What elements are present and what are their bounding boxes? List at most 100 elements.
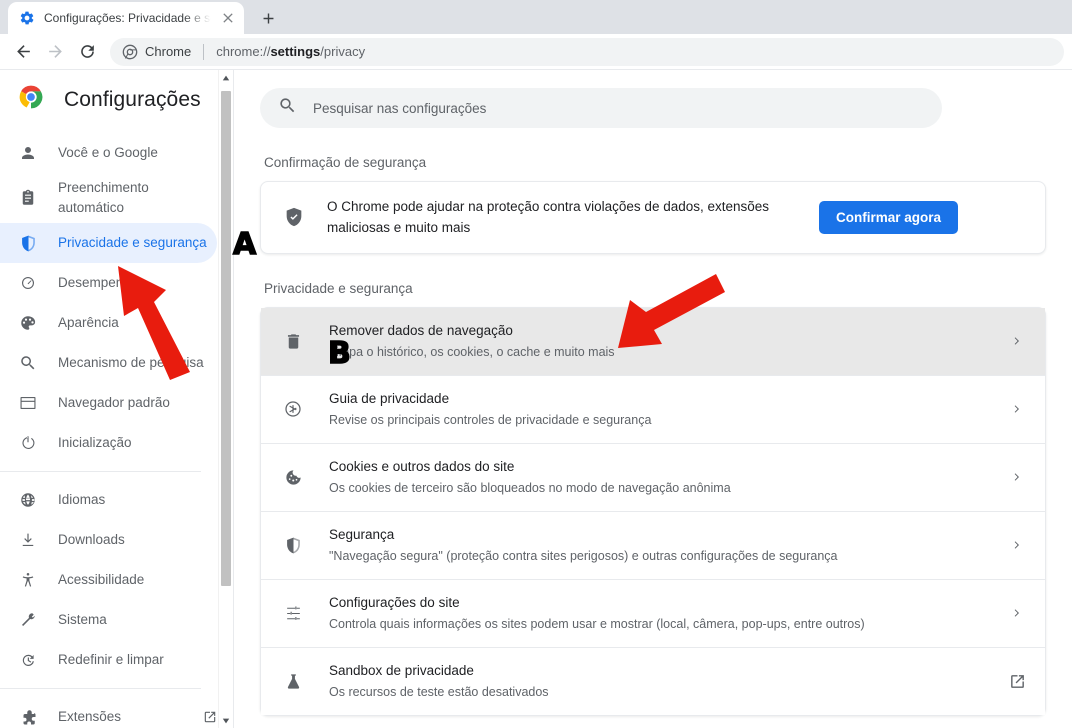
chevron-right-icon [1007, 399, 1027, 419]
section-title-privacy-and-security: Privacidade e segurança [264, 280, 413, 296]
shield-icon [283, 535, 303, 555]
accessibility-icon [18, 570, 38, 590]
chevron-right-icon [1007, 535, 1027, 555]
sidebar-item-label: Mecanismo de pesquisa [58, 355, 204, 371]
reload-icon[interactable] [72, 37, 102, 67]
scroll-up-arrow-icon[interactable] [219, 70, 233, 85]
tab-title: Configurações: Privacidade e seg [44, 11, 211, 25]
privacy-guide-icon [283, 399, 303, 419]
extension-icon [18, 707, 38, 727]
divider [0, 688, 201, 689]
row-guia-de-privacidade[interactable]: Guia de privacidade Revise os principais… [261, 375, 1045, 444]
chrome-chip-label: Chrome [145, 44, 192, 59]
settings-brand: Configurações [0, 70, 233, 133]
back-arrow-icon[interactable] [8, 37, 38, 67]
sidebar-item-label: Preenchimento automático [58, 180, 149, 215]
sidebar-item-label: Downloads [58, 532, 125, 548]
new-tab-button[interactable] [254, 4, 282, 32]
sidebar-item-reset-and-clean-up[interactable]: Redefinir e limpar [0, 640, 217, 680]
sidebar-item-label: Inicialização [58, 435, 132, 451]
sidebar-item-label: Sistema [58, 612, 107, 628]
sidebar-item-performance[interactable]: Desempenho [0, 263, 217, 303]
browser-tab-settings[interactable]: Configurações: Privacidade e seg [8, 2, 244, 34]
row-configuracoes-do-site[interactable]: Configurações do site Controla quais inf… [261, 579, 1045, 648]
row-subtitle: Os recursos de teste estão desativados [329, 684, 549, 699]
row-subtitle: Os cookies de terceiro são bloqueados no… [329, 480, 731, 495]
row-title: Remover dados de navegação [329, 322, 513, 338]
chevron-right-icon [1007, 467, 1027, 487]
sidebar-item-you-and-google[interactable]: Você e o Google [0, 133, 217, 173]
download-icon [18, 530, 38, 550]
flask-icon [283, 671, 303, 691]
confirm-now-button[interactable]: Confirmar agora [819, 200, 959, 234]
search-placeholder: Pesquisar nas configurações [313, 100, 487, 116]
row-cookies-e-outros-dados-do-site[interactable]: Cookies e outros dados do site Os cookie… [261, 443, 1045, 512]
chrome-brand-chip: Chrome [122, 44, 191, 60]
power-icon [18, 433, 38, 453]
row-seguranca[interactable]: Segurança "Navegação segura" (proteção c… [261, 511, 1045, 580]
sidebar-scrollbar[interactable] [218, 70, 233, 728]
sidebar-item-label: Aparência [58, 315, 119, 331]
safety-check-description: O Chrome pode ajudar na proteção contra … [327, 199, 770, 236]
wrench-icon [18, 610, 38, 630]
close-icon[interactable] [220, 10, 236, 26]
settings-gear-icon [19, 10, 35, 26]
scrollbar-track[interactable] [219, 85, 233, 713]
forward-arrow-icon [40, 37, 70, 67]
settings-main: Pesquisar nas configurações Confirmação … [234, 70, 1072, 728]
sidebar-item-default-browser[interactable]: Navegador padrão [0, 383, 217, 423]
row-title: Configurações do site [329, 594, 460, 610]
shield-check-icon [283, 206, 305, 228]
row-title: Cookies e outros dados do site [329, 458, 515, 474]
sidebar-item-system[interactable]: Sistema [0, 600, 217, 640]
person-icon [18, 143, 38, 163]
url-text: chrome://settings/privacy [216, 44, 366, 59]
scrollbar-thumb[interactable] [221, 91, 231, 586]
sidebar-item-label: Extensões [58, 709, 122, 725]
sidebar-item-extensions[interactable]: Extensões [0, 697, 217, 728]
chrome-browser-window: Configurações: Privacidade e seg Chrome … [0, 0, 1072, 728]
sidebar-nav: Você e o Google Preenchimento automático… [0, 133, 233, 728]
annotation-letter-b: B [327, 336, 351, 371]
external-link-icon [203, 710, 217, 724]
row-title: Sandbox de privacidade [329, 662, 474, 678]
sidebar-item-downloads[interactable]: Downloads [0, 520, 217, 560]
safety-check-card: O Chrome pode ajudar na proteção contra … [260, 181, 1046, 254]
palette-icon [18, 313, 38, 333]
clipboard-icon [18, 188, 38, 208]
tab-strip: Configurações: Privacidade e seg [0, 0, 1072, 34]
row-subtitle: "Navegação segura" (proteção contra site… [329, 548, 838, 563]
sidebar-item-label: Navegador padrão [58, 395, 170, 411]
row-remover-dados-de-navegacao[interactable]: Remover dados de navegação Limpa o histó… [261, 307, 1045, 376]
chevron-right-icon [1007, 603, 1027, 623]
sidebar-item-search-engine[interactable]: Mecanismo de pesquisa [0, 343, 217, 383]
sidebar-item-label: Redefinir e limpar [58, 652, 164, 668]
privacy-settings-list: Remover dados de navegação Limpa o histó… [260, 306, 1046, 716]
sidebar-item-label: Desempenho [58, 275, 139, 291]
divider [203, 43, 205, 60]
sidebar-item-privacy-and-security[interactable]: Privacidade e segurança [0, 223, 217, 263]
sidebar-item-languages[interactable]: Idiomas [0, 480, 217, 520]
sidebar-item-accessibility[interactable]: Acessibilidade [0, 560, 217, 600]
sidebar-item-label: Privacidade e segurança [58, 235, 207, 251]
sidebar-item-on-startup[interactable]: Inicialização [0, 423, 217, 463]
address-bar[interactable]: Chrome chrome://settings/privacy [110, 37, 1064, 66]
chevron-right-icon [1007, 331, 1027, 351]
sidebar-item-label: Você e o Google [58, 145, 158, 161]
shield-icon [18, 233, 38, 253]
history-restore-icon [18, 650, 38, 670]
search-icon [278, 96, 297, 120]
sidebar-item-appearance[interactable]: Aparência [0, 303, 217, 343]
speedometer-icon [18, 273, 38, 293]
page-title: Configurações [64, 87, 201, 111]
row-subtitle: Revise os principais controles de privac… [329, 412, 652, 427]
sidebar-item-autofill[interactable]: Preenchimento automático [0, 173, 217, 223]
chrome-logo-icon [122, 44, 138, 59]
scroll-down-arrow-icon[interactable] [219, 713, 233, 728]
trash-icon [283, 331, 303, 351]
search-input[interactable]: Pesquisar nas configurações [260, 88, 942, 128]
row-sandbox-de-privacidade[interactable]: Sandbox de privacidade Os recursos de te… [261, 647, 1045, 715]
section-title-safety-check: Confirmação de segurança [264, 155, 427, 170]
row-title: Segurança [329, 526, 395, 542]
annotation-letter-a: A [232, 227, 257, 262]
